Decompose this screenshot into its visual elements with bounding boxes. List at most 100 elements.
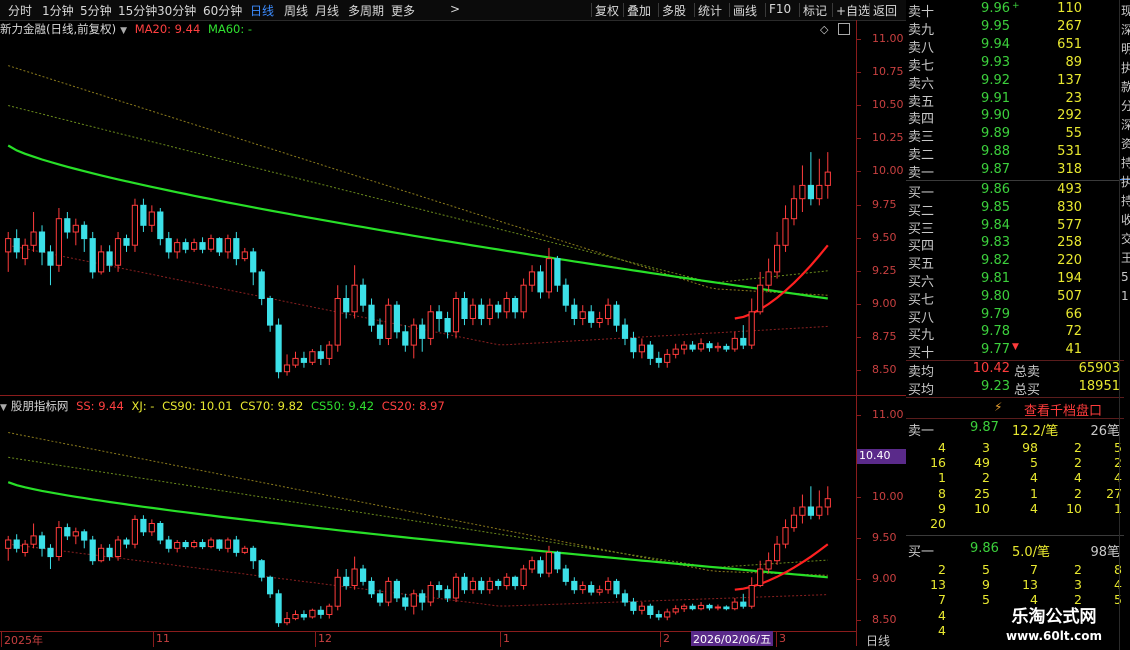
sell-queue-grid: 4398251649522124448251227910410120 xyxy=(906,440,1124,532)
main-candle xyxy=(309,349,316,366)
level-price: 9.87 xyxy=(981,162,1010,178)
queue-cell: 25 xyxy=(974,485,990,501)
toolbar-button-7[interactable]: +自选 xyxy=(836,2,870,19)
sub-candle xyxy=(486,577,493,594)
toolbar-button-1[interactable]: 叠加 xyxy=(627,2,651,19)
main-candle xyxy=(613,301,620,332)
tab-6[interactable]: 日线 xyxy=(250,2,274,19)
strip-char: 持 xyxy=(1121,194,1130,208)
toolbar-button-5[interactable]: F10 xyxy=(769,2,791,16)
sub-candle xyxy=(174,540,181,553)
toolbar-button-4[interactable]: 画线 xyxy=(733,2,757,19)
sub-candle xyxy=(689,603,696,611)
toolbar-button-3[interactable]: 统计 xyxy=(698,2,722,19)
level-volume: 318 xyxy=(1057,162,1082,178)
level-volume: 267 xyxy=(1057,18,1082,34)
sell-level-row: 卖九 9.95 267 xyxy=(906,19,1124,38)
settings-caret-icon[interactable]: ▼ xyxy=(120,26,127,36)
level-volume: 72 xyxy=(1065,324,1082,340)
queue-cell: 5 xyxy=(982,562,990,577)
tab-2[interactable]: 5分钟 xyxy=(80,2,112,19)
tab-0[interactable]: 分时 xyxy=(8,2,32,19)
main-candle xyxy=(64,212,71,239)
sub-candle xyxy=(47,544,54,569)
main-candle xyxy=(714,342,721,352)
main-candle xyxy=(664,349,671,368)
sub-candle xyxy=(360,564,367,586)
queue-cell: 4 xyxy=(938,622,946,638)
sub-candle xyxy=(30,523,37,549)
diamond-icon[interactable]: ◇ xyxy=(820,23,828,36)
sub-y-tick: 8.50 xyxy=(872,613,897,626)
sub-candle xyxy=(343,568,350,590)
queue-cell: 8 xyxy=(938,485,946,501)
sell-level-row: 卖六 9.92 137 xyxy=(906,73,1124,92)
level-label: 卖十 xyxy=(908,5,935,20)
date-label: 2 xyxy=(663,632,670,645)
toolbar-button-0[interactable]: 复权 xyxy=(595,2,619,19)
sub-candle xyxy=(469,577,476,594)
tab-5[interactable]: 60分钟 xyxy=(203,2,242,19)
period-label[interactable]: 日线 xyxy=(866,632,890,649)
level-label: 买二 xyxy=(908,203,935,219)
sub-candle xyxy=(790,506,798,532)
main-candlestick-chart[interactable] xyxy=(0,39,856,385)
tab-3[interactable]: 15分钟 xyxy=(118,2,157,19)
queue-cell: 9 xyxy=(982,577,990,593)
main-candle xyxy=(38,225,46,266)
strip-char: 分 xyxy=(1121,99,1130,113)
sub-candle xyxy=(740,593,747,609)
level-label: 卖六 xyxy=(908,76,935,92)
tab-9[interactable]: 多周期 xyxy=(348,2,384,19)
sell-level-row: 卖五 9.91 23 xyxy=(906,91,1124,110)
main-candle xyxy=(385,298,392,346)
sub-candle xyxy=(816,490,823,520)
total-sell: 65903 xyxy=(1078,361,1120,376)
queue-cell: 4 xyxy=(1074,470,1082,486)
main-candle xyxy=(283,354,291,376)
tab-1[interactable]: 1分钟 xyxy=(42,2,74,19)
queue-cell: 1 xyxy=(938,470,946,486)
sub-candle xyxy=(182,540,189,550)
main-candle xyxy=(537,265,544,299)
queue-cell: 49 xyxy=(974,455,990,471)
tab-7[interactable]: 周线 xyxy=(284,2,308,19)
queue-cell: 5 xyxy=(1030,455,1038,471)
tab-8[interactable]: 月线 xyxy=(315,2,339,19)
settings-caret-icon[interactable]: ▼ xyxy=(0,403,7,413)
queue-cell: 4 xyxy=(938,607,946,623)
strip-char: 明 xyxy=(1121,42,1130,56)
main-candle xyxy=(55,208,62,272)
toolbar-button-8[interactable]: 返回 xyxy=(873,2,897,19)
main-candle xyxy=(233,231,240,266)
xj-legend: XJ: - xyxy=(131,399,155,413)
buy-level-row: 买五 9.82 220 xyxy=(906,253,1124,272)
queue-cell: 2 xyxy=(1074,455,1082,471)
tab-10[interactable]: 更多 xyxy=(391,2,415,19)
sub-indicator-chart[interactable] xyxy=(0,416,856,631)
main-candle xyxy=(300,351,307,368)
toolbar-button-6[interactable]: 标记 xyxy=(803,2,827,19)
sub-candle xyxy=(114,535,122,561)
main-candle xyxy=(402,325,409,352)
main-candle xyxy=(571,298,578,326)
cs90-legend: CS90: 10.01 xyxy=(162,399,233,413)
date-label: 2025年 xyxy=(4,634,43,647)
main-candle xyxy=(596,311,603,328)
level-label: 卖一 xyxy=(908,166,935,182)
expand-icon[interactable] xyxy=(838,23,850,35)
sell-level-row: 卖八 9.94 651 xyxy=(906,37,1124,56)
main-candle xyxy=(774,231,781,279)
sub-candle xyxy=(376,589,384,607)
level-volume: 292 xyxy=(1057,108,1082,124)
level-volume: 89 xyxy=(1065,54,1082,70)
depth-quote-button[interactable]: 查看千档盘口 xyxy=(1024,400,1102,419)
tab-4[interactable]: 30分钟 xyxy=(157,2,196,19)
main-candle xyxy=(199,237,206,254)
toolbar-button-2[interactable]: 多股 xyxy=(662,2,686,19)
main-candle xyxy=(452,291,460,339)
main-ma20-line xyxy=(734,244,829,320)
level-label: 买九 xyxy=(908,328,935,344)
more-chevron-icon[interactable]: > xyxy=(450,2,460,16)
main-candle xyxy=(326,341,333,366)
